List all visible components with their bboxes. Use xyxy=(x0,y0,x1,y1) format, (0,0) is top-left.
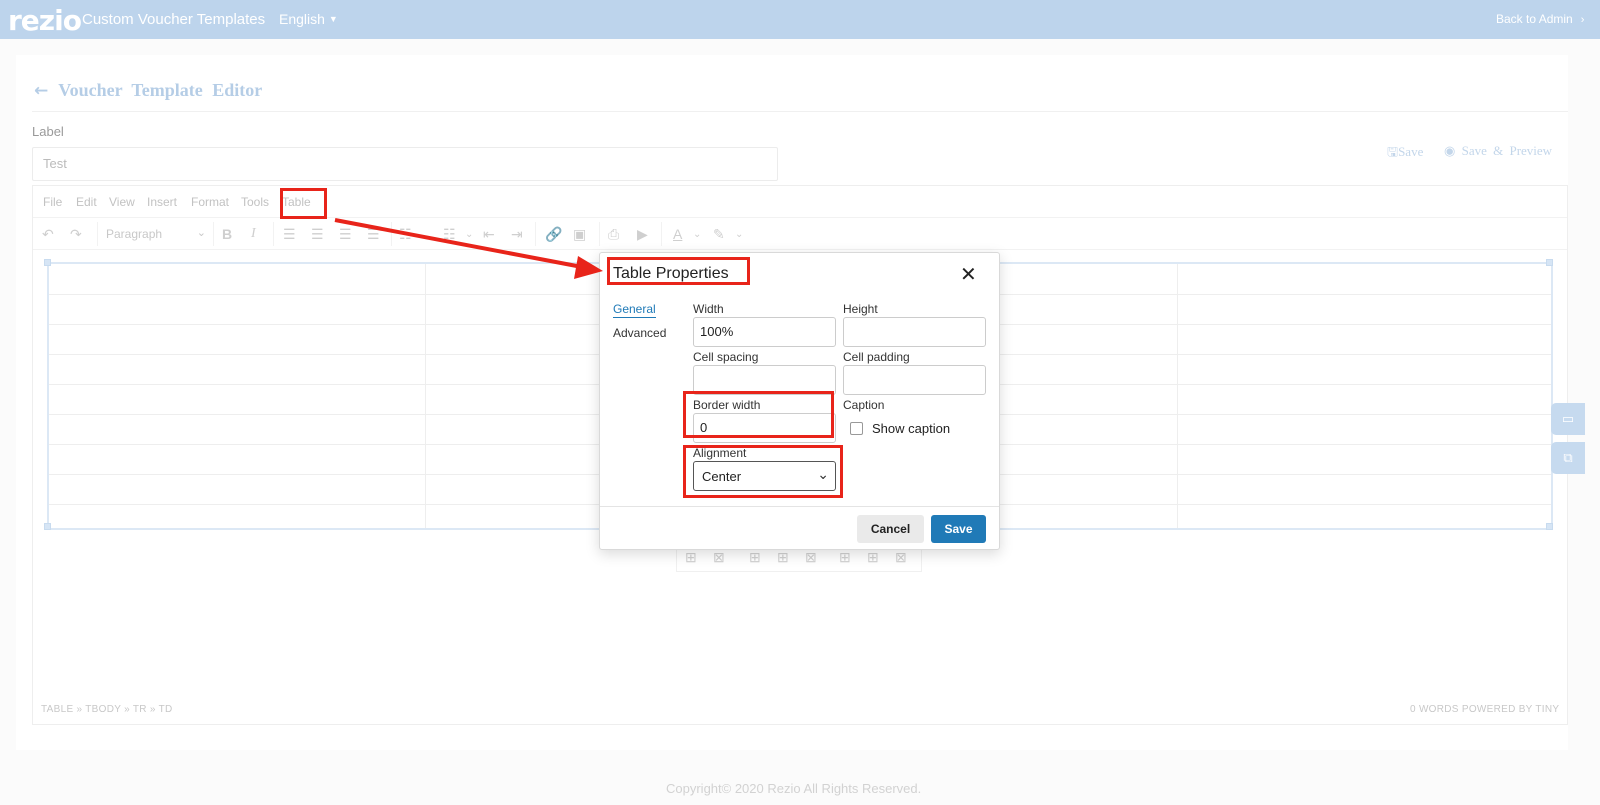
row-before-icon[interactable]: ⊞ xyxy=(749,549,761,566)
language-dropdown[interactable]: English ▼ xyxy=(279,11,338,27)
bullet-list-icon[interactable]: ☷ xyxy=(399,226,412,243)
eye-icon: ◉ xyxy=(1444,143,1462,158)
italic-icon[interactable]: I xyxy=(251,226,256,242)
menu-view[interactable]: View xyxy=(109,195,135,209)
toolbar-separator xyxy=(391,222,392,246)
cancel-button[interactable]: Cancel xyxy=(857,515,924,543)
menu-edit[interactable]: Edit xyxy=(76,195,97,209)
highlight-alignment xyxy=(683,445,843,498)
dialog-footer-divider xyxy=(600,506,999,507)
resize-handle[interactable] xyxy=(1546,523,1553,530)
width-label: Width xyxy=(693,302,724,316)
block-format-select[interactable]: Paragraph ⌄ xyxy=(106,227,206,241)
save-link-label: Save xyxy=(1398,144,1424,159)
block-format-label: Paragraph xyxy=(106,227,163,241)
caret-down-icon: ▼ xyxy=(328,14,338,24)
chevron-right-icon: › xyxy=(1580,14,1585,26)
undo-icon[interactable]: ↶ xyxy=(42,226,54,243)
width-input[interactable]: 100% xyxy=(693,317,836,347)
print-icon[interactable]: ⎙ xyxy=(608,226,619,243)
numbered-list-icon[interactable]: ☷ xyxy=(443,226,456,243)
bold-icon[interactable]: B xyxy=(222,226,232,242)
caption-label: Caption xyxy=(843,398,885,412)
table-props-icon[interactable]: ⊞ xyxy=(685,549,697,566)
top-navbar: rezio Custom Voucher Templates English ▼ … xyxy=(0,0,1600,39)
resize-handle[interactable] xyxy=(1546,259,1553,266)
divider xyxy=(32,111,1568,112)
language-label: English xyxy=(279,11,325,27)
row-after-icon[interactable]: ⊞ xyxy=(777,549,789,566)
resize-handle[interactable] xyxy=(44,259,51,266)
floppy-icon: 🖫 xyxy=(1387,144,1399,159)
chevron-down-icon[interactable]: ⌄ xyxy=(735,229,743,240)
rezio-logo[interactable]: rezio xyxy=(8,4,82,37)
delete-row-icon[interactable]: ⊠ xyxy=(805,549,817,566)
cell-padding-input[interactable] xyxy=(843,365,986,395)
resize-handle[interactable] xyxy=(44,523,51,530)
outdent-icon[interactable]: ⇤ xyxy=(483,226,495,243)
highlight-border-width xyxy=(683,391,834,438)
table-col-divider xyxy=(425,264,426,528)
chevron-down-icon[interactable]: ⌄ xyxy=(693,229,701,240)
word-count: 0 WORDS POWERED BY TINY xyxy=(1410,704,1560,715)
preview-icon[interactable]: ▶ xyxy=(637,226,648,243)
copyright: Copyright© 2020 Rezio All Rights Reserve… xyxy=(666,781,922,796)
save-button[interactable]: Save xyxy=(931,515,986,543)
link-icon[interactable]: 🔗 xyxy=(545,226,562,243)
back-to-admin-link[interactable]: Back to Admin › xyxy=(1496,12,1584,26)
save-preview-label: Save & Preview xyxy=(1461,143,1553,158)
toolbar-separator xyxy=(661,222,662,246)
page-title: ← Voucher Template Editor xyxy=(34,80,262,101)
cell-padding-label: Cell padding xyxy=(843,350,910,364)
align-left-icon[interactable]: ☰ xyxy=(283,226,296,243)
menu-tools[interactable]: Tools xyxy=(241,195,269,209)
tab-advanced[interactable]: Advanced xyxy=(613,326,666,340)
height-input[interactable] xyxy=(843,317,986,347)
toolbar-separator xyxy=(599,222,600,246)
close-icon[interactable]: ✕ xyxy=(960,262,977,287)
back-arrow-icon[interactable]: ← xyxy=(34,81,48,101)
menu-format[interactable]: Format xyxy=(191,195,229,209)
image-side-icon[interactable]: ▭ xyxy=(1551,403,1585,435)
cell-spacing-label: Cell spacing xyxy=(693,350,759,364)
toolbar-separator xyxy=(273,222,274,246)
element-path: TABLE » TBODY » TR » TD xyxy=(41,704,173,715)
toolbar-separator xyxy=(213,222,214,246)
tab-general[interactable]: General xyxy=(613,302,656,318)
save-link[interactable]: 🖫Save xyxy=(1387,143,1423,165)
chevron-down-icon: ⌄ xyxy=(196,227,206,239)
editor-toolbar: ↶ ↷ Paragraph ⌄ B I ☰ ☰ ☰ ☰ ☷ ☷ ⌄ ⇤ ⇥ 🔗 ▣… xyxy=(33,218,1567,250)
toolbar-separator xyxy=(535,222,536,246)
menu-insert[interactable]: Insert xyxy=(147,195,177,209)
copy-side-icon[interactable]: ⧉ xyxy=(1551,442,1585,474)
save-preview-link[interactable]: ◉ Save & Preview xyxy=(1444,143,1552,159)
back-to-admin-label: Back to Admin xyxy=(1496,12,1573,26)
align-center-icon[interactable]: ☰ xyxy=(311,226,324,243)
text-color-icon[interactable]: A xyxy=(673,226,682,242)
label-caption: Label xyxy=(32,124,64,139)
col-after-icon[interactable]: ⊞ xyxy=(867,549,879,566)
label-input[interactable]: Test xyxy=(32,147,778,181)
justify-icon[interactable]: ☰ xyxy=(367,226,380,243)
editor-menubar: File Edit View Insert Format Tools Table xyxy=(33,186,1567,218)
image-icon[interactable]: ▣ xyxy=(573,226,586,243)
menu-file[interactable]: File xyxy=(43,195,62,209)
show-caption-checkbox[interactable] xyxy=(850,422,863,435)
show-caption-label[interactable]: Show caption xyxy=(872,421,950,436)
height-label: Height xyxy=(843,302,878,316)
indent-icon[interactable]: ⇥ xyxy=(511,226,523,243)
highlight-icon[interactable]: ✎ xyxy=(713,226,725,243)
chevron-down-icon[interactable]: ⌄ xyxy=(465,229,473,240)
table-col-divider xyxy=(1177,264,1178,528)
delete-table-icon[interactable]: ⊠ xyxy=(713,549,725,566)
delete-col-icon[interactable]: ⊠ xyxy=(895,549,907,566)
redo-icon[interactable]: ↷ xyxy=(70,226,82,243)
highlight-dialog-title xyxy=(607,257,750,285)
highlight-table-menu xyxy=(280,188,327,219)
toolbar-separator xyxy=(97,222,98,246)
col-before-icon[interactable]: ⊞ xyxy=(839,549,851,566)
align-right-icon[interactable]: ☰ xyxy=(339,226,352,243)
page-title-text: Voucher Template Editor xyxy=(58,80,263,100)
app-title: Custom Voucher Templates xyxy=(82,11,266,28)
